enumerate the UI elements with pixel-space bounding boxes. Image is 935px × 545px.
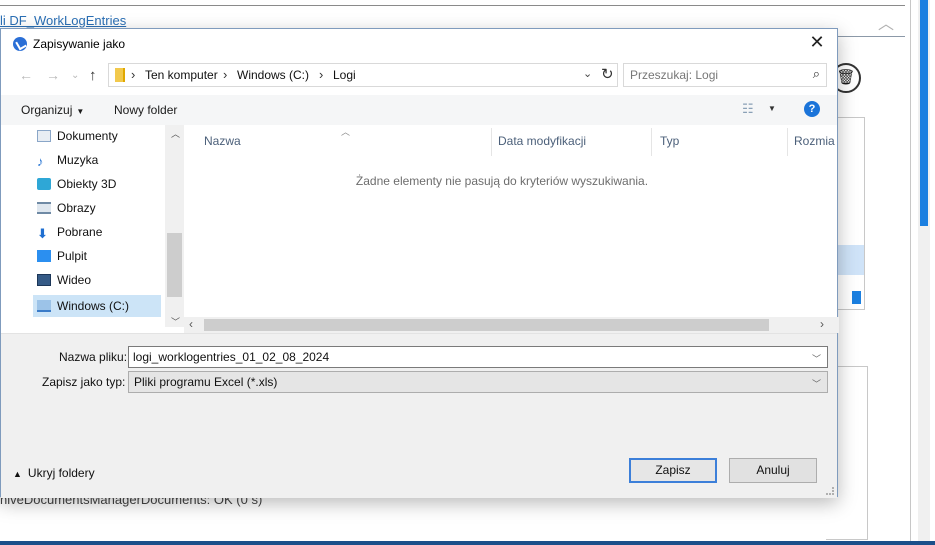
nav-item-music[interactable]: ♪ Muzyka bbox=[37, 153, 165, 175]
background-grid bbox=[835, 117, 865, 310]
organize-label: Organizuj bbox=[21, 103, 73, 117]
save-button[interactable]: Zapisz bbox=[629, 458, 717, 483]
dialog-toolbar: Organizuj ▼ Nowy folder ☷ ▼ ? bbox=[1, 95, 837, 125]
background-grid-selected-row bbox=[836, 245, 864, 275]
resize-grip-icon[interactable] bbox=[826, 487, 834, 495]
horizontal-scrollbar-thumb[interactable] bbox=[204, 319, 769, 331]
navigation-pane: Dokumenty ♪ Muzyka Obiekty 3D Obrazy ⬇ Pob… bbox=[1, 125, 184, 327]
nav-pane-scrollbar-thumb[interactable] bbox=[167, 233, 182, 297]
hide-folders-button[interactable]: ▲ Ukryj foldery bbox=[13, 466, 95, 480]
file-list: ︿ Nazwa Data modyfikacji Typ Rozmia Żadn… bbox=[184, 125, 839, 327]
column-header-date-modified[interactable]: Data modyfikacji bbox=[498, 134, 586, 148]
column-header-name[interactable]: Nazwa bbox=[204, 134, 241, 148]
filetype-value: Pliki programu Excel (*.xls) bbox=[134, 375, 278, 389]
breadcrumb-logi[interactable]: Logi bbox=[333, 68, 356, 82]
video-icon bbox=[37, 274, 51, 286]
column-separator[interactable] bbox=[787, 128, 788, 156]
column-header-size[interactable]: Rozmia bbox=[794, 134, 835, 148]
nav-item-desktop[interactable]: Pulpit bbox=[37, 249, 165, 271]
scroll-up-icon[interactable]: ︿ bbox=[171, 127, 180, 140]
nav-item-documents[interactable]: Dokumenty bbox=[37, 129, 165, 151]
chevron-up-icon: ▲ bbox=[13, 469, 22, 479]
organize-dropdown-icon: ▼ bbox=[76, 107, 85, 116]
nav-item-label: Pulpit bbox=[57, 249, 88, 263]
recent-locations-chevron-icon[interactable]: ⌄ bbox=[71, 70, 79, 81]
search-input[interactable] bbox=[630, 67, 795, 83]
empty-folder-message: Żadne elementy nie pasują do kryteriów w… bbox=[355, 174, 649, 188]
background-panel-title[interactable]: li DF_WorkLogEntries bbox=[0, 13, 126, 28]
nav-item-label: Wideo bbox=[57, 273, 92, 287]
search-icon[interactable]: ⌕ bbox=[813, 66, 820, 82]
breadcrumb-separator-icon[interactable]: › bbox=[223, 67, 227, 82]
filename-label: Nazwa pliku: bbox=[59, 350, 128, 364]
breadcrumb-this-pc[interactable]: Ten komputer bbox=[145, 68, 218, 82]
sort-indicator-icon: ︿ bbox=[341, 127, 351, 137]
nav-item-label: Windows (C:) bbox=[57, 299, 130, 313]
address-bar[interactable]: › Ten komputer › Windows (C:) › Logi ⌄ ↻ bbox=[108, 63, 618, 87]
nav-item-windows-drive[interactable]: Windows (C:) bbox=[33, 295, 161, 317]
background-scrollbar-thumb[interactable] bbox=[920, 0, 928, 226]
nav-item-label: Dokumenty bbox=[57, 129, 118, 143]
filetype-select[interactable]: Pliki programu Excel (*.xls) ﹀ bbox=[128, 371, 828, 393]
drive-icon bbox=[37, 300, 51, 312]
nav-item-label: Muzyka bbox=[57, 153, 99, 167]
refresh-icon[interactable]: ↻ bbox=[601, 65, 614, 83]
desktop-icon bbox=[37, 250, 51, 262]
nav-item-label: Pobrane bbox=[57, 225, 103, 239]
breadcrumb-separator-icon[interactable]: › bbox=[319, 67, 323, 82]
background-right-edge bbox=[910, 0, 911, 545]
scroll-right-icon[interactable]: › bbox=[820, 317, 824, 331]
filename-input[interactable] bbox=[133, 349, 793, 365]
cancel-button[interactable]: Anuluj bbox=[729, 458, 817, 483]
new-folder-button[interactable]: Nowy folder bbox=[114, 103, 177, 117]
filename-combobox[interactable]: ﹀ bbox=[128, 346, 828, 368]
back-arrow-icon[interactable]: ← bbox=[19, 67, 33, 83]
column-separator[interactable] bbox=[491, 128, 492, 156]
up-arrow-icon[interactable]: ↑ bbox=[89, 67, 97, 84]
hide-folders-label: Ukryj foldery bbox=[27, 466, 95, 480]
help-icon[interactable]: ? bbox=[804, 101, 820, 117]
navigation-row: ← → ⌄ ↑ › Ten komputer › Windows (C:) › … bbox=[1, 60, 837, 90]
background-grid-marker bbox=[852, 291, 861, 304]
save-as-dialog: Zapisywanie jako ✕ ← → ⌄ ↑ › Ten kompute… bbox=[0, 28, 839, 498]
nav-item-downloads[interactable]: ⬇ Pobrane bbox=[37, 225, 165, 247]
dialog-titlebar[interactable]: Zapisywanie jako ✕ bbox=[1, 29, 837, 59]
folder-icon bbox=[115, 68, 125, 82]
file-list-horizontal-scrollbar[interactable]: ‹ › bbox=[184, 317, 839, 333]
music-icon: ♪ bbox=[37, 154, 44, 169]
view-options-dropdown-icon[interactable]: ▼ bbox=[768, 104, 776, 113]
address-dropdown-chevron-icon[interactable]: ⌄ bbox=[583, 67, 592, 80]
column-header-type[interactable]: Typ bbox=[660, 134, 679, 148]
scroll-left-icon[interactable]: ‹ bbox=[189, 317, 193, 331]
column-separator[interactable] bbox=[651, 128, 652, 156]
collapse-chevron-icon[interactable]: ︿ bbox=[878, 10, 894, 34]
nav-item-label: Obiekty 3D bbox=[57, 177, 117, 191]
nav-item-label: Obrazy bbox=[57, 201, 96, 215]
dialog-title: Zapisywanie jako bbox=[33, 37, 126, 51]
breadcrumb-drive[interactable]: Windows (C:) bbox=[237, 68, 309, 82]
nav-item-3d-objects[interactable]: Obiekty 3D bbox=[37, 177, 165, 199]
filename-dropdown-chevron-icon[interactable]: ﹀ bbox=[812, 352, 821, 365]
organize-button[interactable]: Organizuj ▼ bbox=[21, 103, 84, 117]
save-form: Nazwa pliku: ﹀ Zapisz jako typ: Pliki pr… bbox=[1, 333, 837, 498]
app-icon bbox=[13, 37, 27, 51]
view-options-icon[interactable]: ☷ bbox=[742, 101, 754, 117]
nav-item-video[interactable]: Wideo bbox=[37, 273, 165, 295]
nav-item-pictures[interactable]: Obrazy bbox=[37, 201, 165, 223]
forward-arrow-icon[interactable]: → bbox=[46, 67, 60, 83]
background-top-border bbox=[0, 0, 905, 6]
filetype-dropdown-chevron-icon[interactable]: ﹀ bbox=[812, 377, 821, 390]
filetype-label: Zapisz jako typ: bbox=[42, 375, 126, 389]
scroll-down-icon[interactable]: ﹀ bbox=[171, 315, 180, 328]
downloads-icon: ⬇ bbox=[37, 226, 48, 241]
breadcrumb-separator-icon[interactable]: › bbox=[131, 67, 135, 82]
background-bottom-bar bbox=[0, 541, 935, 545]
objects-3d-icon bbox=[37, 178, 51, 190]
search-box[interactable]: ⌕ bbox=[623, 63, 827, 87]
close-button[interactable]: ✕ bbox=[807, 33, 827, 53]
pictures-icon bbox=[37, 202, 51, 214]
documents-icon bbox=[37, 130, 51, 142]
